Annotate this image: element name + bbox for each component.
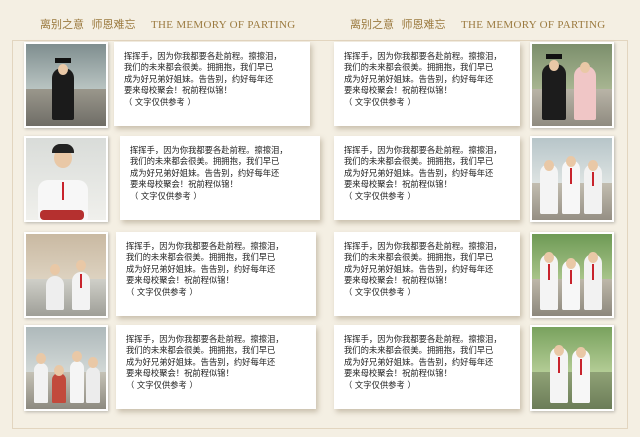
graduate-gown-photo[interactable] — [24, 42, 108, 128]
right-row-3: 挥挥手，因为你我都要各赴前程。擦擦泪， 我们的未来都会很美。拥拥抱，我们早已 成… — [334, 232, 634, 318]
message-card: 挥挥手，因为你我都要各赴前程。擦擦泪， 我们的未来都会很美。拥拥抱，我们早已 成… — [334, 232, 520, 316]
header-cn-sub: 师恩难忘 — [91, 18, 136, 31]
card-note: （ 文字仅供参考 ） — [344, 286, 416, 297]
card-note: （ 文字仅供参考 ） — [344, 379, 416, 390]
graduates-couple-photo[interactable] — [530, 42, 614, 128]
left-row-1: 挥挥手，因为你我都要各赴前程。擦擦泪， 我们的未来都会很美。拥拥抱，我们早已 成… — [24, 42, 324, 128]
card-note: （ 文字仅供参考 ） — [344, 190, 416, 201]
card-text: 挥挥手，因为你我都要各赴前程。擦擦泪， 我们的未来都会很美。拥拥抱，我们早已 成… — [126, 241, 284, 286]
students-red-ties-photo[interactable] — [530, 232, 614, 318]
left-row-2: 挥挥手，因为你我都要各赴前程。擦擦泪， 我们的未来都会很美。拥拥抱，我们早已 成… — [24, 136, 324, 222]
header-en-title: THE MEMORY OF PARTING — [461, 19, 606, 31]
right-row-1: 挥挥手，因为你我都要各赴前程。擦擦泪， 我们的未来都会很美。拥拥抱，我们早已 成… — [334, 42, 634, 128]
header-cn-title: 离别之意 — [40, 18, 84, 31]
left-row-3: 挥挥手，因为你我都要各赴前程。擦擦泪， 我们的未来都会很美。拥拥抱，我们早已 成… — [24, 232, 324, 318]
message-card: 挥挥手，因为你我都要各赴前程。擦擦泪， 我们的未来都会很美。拥拥抱，我们早已 成… — [116, 325, 316, 409]
message-card: 挥挥手，因为你我都要各赴前程。擦擦泪， 我们的未来都会很美。拥拥抱，我们早已 成… — [334, 136, 520, 220]
left-header: 离别之意 师恩难忘 THE MEMORY OF PARTING — [40, 16, 295, 32]
right-header: 离别之意 师恩难忘 THE MEMORY OF PARTING — [350, 16, 605, 32]
right-page: 离别之意 师恩难忘 THE MEMORY OF PARTING 挥挥手，因为你我… — [320, 0, 640, 437]
card-text: 挥挥手，因为你我都要各赴前程。擦擦泪， 我们的未来都会很美。拥拥抱，我们早已 成… — [130, 145, 288, 190]
message-card: 挥挥手，因为你我都要各赴前程。擦擦泪， 我们的未来都会很美。拥拥抱，我们早已 成… — [116, 232, 316, 316]
right-row-2: 挥挥手，因为你我都要各赴前程。擦擦泪， 我们的未来都会很美。拥拥抱，我们早已 成… — [334, 136, 634, 222]
header-en-title: THE MEMORY OF PARTING — [151, 19, 296, 31]
card-note: （ 文字仅供参考 ） — [344, 96, 416, 107]
header-cn-title: 离别之意 — [350, 18, 394, 31]
card-text: 挥挥手，因为你我都要各赴前程。擦擦泪， 我们的未来都会很美。拥拥抱，我们早已 成… — [344, 51, 502, 96]
message-card: 挥挥手，因为你我都要各赴前程。擦擦泪， 我们的未来都会很美。拥拥抱，我们早已 成… — [114, 42, 310, 126]
card-note: （ 文字仅供参考 ） — [130, 190, 202, 201]
card-text: 挥挥手，因为你我都要各赴前程。擦擦泪， 我们的未来都会很美。拥拥抱，我们早已 成… — [124, 51, 282, 96]
students-outdoor-photo[interactable] — [530, 325, 614, 411]
three-students-photo[interactable] — [530, 136, 614, 222]
card-note: （ 文字仅供参考 ） — [124, 96, 196, 107]
card-text: 挥挥手，因为你我都要各赴前程。擦擦泪， 我们的未来都会很美。拥拥抱，我们早已 成… — [344, 145, 502, 190]
group-photo[interactable] — [24, 325, 108, 411]
card-note: （ 文字仅供参考 ） — [126, 286, 198, 297]
message-card: 挥挥手，因为你我都要各赴前程。擦擦泪， 我们的未来都会很美。拥拥抱，我们早已 成… — [120, 136, 320, 220]
left-row-4: 挥挥手，因为你我都要各赴前程。擦擦泪， 我们的未来都会很美。拥拥抱，我们早已 成… — [24, 325, 324, 411]
card-text: 挥挥手，因为你我都要各赴前程。擦擦泪， 我们的未来都会很美。拥拥抱，我们早已 成… — [344, 241, 502, 286]
students-sitting-photo[interactable] — [24, 232, 108, 318]
student-red-tie-photo[interactable] — [24, 136, 108, 222]
card-text: 挥挥手，因为你我都要各赴前程。擦擦泪， 我们的未来都会很美。拥拥抱，我们早已 成… — [344, 334, 502, 379]
left-page: 离别之意 师恩难忘 THE MEMORY OF PARTING 挥挥手，因为你我… — [0, 0, 320, 437]
message-card: 挥挥手，因为你我都要各赴前程。擦擦泪， 我们的未来都会很美。拥拥抱，我们早已 成… — [334, 42, 520, 126]
card-text: 挥挥手，因为你我都要各赴前程。擦擦泪， 我们的未来都会很美。拥拥抱，我们早已 成… — [126, 334, 284, 379]
header-cn-sub: 师恩难忘 — [401, 18, 446, 31]
card-note: （ 文字仅供参考 ） — [126, 379, 198, 390]
message-card: 挥挥手，因为你我都要各赴前程。擦擦泪， 我们的未来都会很美。拥拥抱，我们早已 成… — [334, 325, 520, 409]
right-row-4: 挥挥手，因为你我都要各赴前程。擦擦泪， 我们的未来都会很美。拥拥抱，我们早已 成… — [334, 325, 634, 411]
